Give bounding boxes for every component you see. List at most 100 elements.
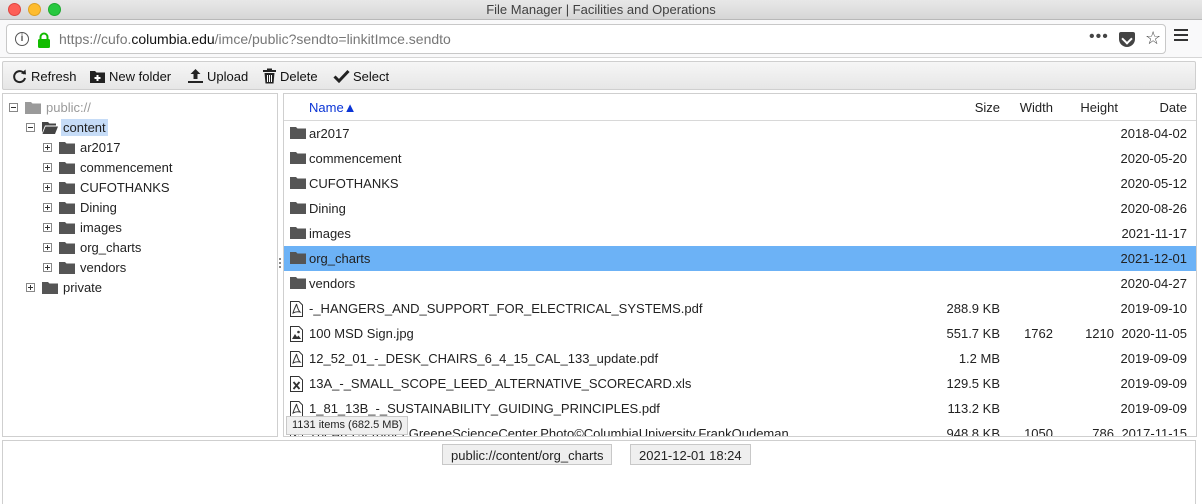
image-file-icon [290, 326, 303, 345]
file-row[interactable]: -_HANGERS_AND_SUPPORT_FOR_ELECTRICAL_SYS… [284, 296, 1196, 321]
address-bar[interactable]: i https://cufo.columbia.edu/imce/public?… [6, 24, 1166, 54]
folder-icon [290, 276, 306, 292]
folder-row[interactable]: org_charts 2021-12-01 [284, 246, 1196, 271]
file-name: 12_52_01_-_DESK_CHAIRS_6_4_15_CAL_133_up… [309, 351, 659, 366]
expand-toggle[interactable] [43, 222, 52, 232]
file-size: 129.5 KB [946, 376, 1001, 391]
tree-item-org-charts[interactable]: org_charts [43, 237, 143, 257]
file-row[interactable]: 100 MSD Sign.jpg 551.7 KB 1762 1210 2020-11-… [284, 321, 1196, 346]
upload-label: Upload [207, 68, 249, 84]
expand-toggle[interactable] [43, 262, 52, 272]
refresh-label: Refresh [31, 68, 77, 84]
tree-label[interactable]: vendors [78, 259, 128, 276]
name-column-header[interactable]: Name▲ [309, 100, 357, 115]
folder-icon [290, 201, 306, 217]
date-column-header[interactable]: Date [1160, 100, 1187, 115]
folder-icon [290, 251, 306, 267]
upload-button[interactable]: Upload [187, 67, 248, 85]
tree-item-images[interactable]: images [43, 217, 124, 237]
folder-row[interactable]: ar2017 2018-04-02 [284, 121, 1196, 146]
new-folder-icon [90, 70, 105, 83]
folder-row[interactable]: CUFOTHANKS 2020-05-12 [284, 171, 1196, 196]
file-date: 2019-09-09 [1120, 351, 1188, 366]
tree-item-private[interactable]: private [26, 277, 104, 297]
url-suffix: /imce/public?sendto=linkitImce.sendto [214, 31, 451, 47]
delete-button[interactable]: Delete [262, 67, 318, 85]
file-row[interactable]: 12_52_01_-_DESK_CHAIRS_6_4_15_CAL_133_up… [284, 346, 1196, 371]
file-name: 13A_-_SMALL_SCOPE_LEED_ALTERNATIVE_SCORE… [309, 376, 692, 391]
page-actions-icon[interactable]: ••• [1089, 28, 1109, 46]
tree-item-cufothanks[interactable]: CUFOTHANKS [43, 177, 172, 197]
folder-row[interactable]: vendors 2020-04-27 [284, 271, 1196, 296]
folder-open-icon [42, 121, 58, 134]
folder-row[interactable]: Dining 2020-08-26 [284, 196, 1196, 221]
window-title: File Manager | Facilities and Operations [486, 2, 716, 17]
file-row[interactable]: 1_81_13B_-_SUSTAINABILITY_GUIDING_PRINCI… [284, 396, 1196, 421]
pane-resize-handle[interactable] [279, 258, 282, 272]
expand-toggle[interactable] [43, 162, 52, 172]
file-date: 2019-09-09 [1120, 376, 1188, 391]
new-folder-button[interactable]: New folder [89, 67, 171, 85]
tree-label[interactable]: commencement [78, 159, 174, 176]
select-button[interactable]: Select [333, 67, 389, 85]
folder-row[interactable]: images 2021-11-17 [284, 221, 1196, 246]
file-name: vendors [309, 276, 356, 291]
tree-label[interactable]: Dining [78, 199, 119, 216]
tree-label[interactable]: private [61, 279, 104, 296]
expand-toggle[interactable] [43, 142, 52, 152]
trash-icon [263, 68, 276, 84]
tree-item-commencement[interactable]: commencement [43, 157, 174, 177]
folder-icon [59, 221, 75, 234]
new-folder-label: New folder [109, 68, 172, 84]
height-column-header[interactable]: Height [1080, 100, 1118, 115]
expand-toggle[interactable] [43, 202, 52, 212]
file-name: ar2017 [309, 126, 350, 141]
expand-toggle[interactable] [43, 182, 52, 192]
file-name: org_charts [309, 251, 371, 266]
tree-item-vendors[interactable]: vendors [43, 257, 128, 277]
collapse-toggle[interactable] [9, 102, 18, 112]
image-width: 1762 [1024, 326, 1053, 341]
expand-toggle[interactable] [26, 282, 35, 292]
tree-label[interactable]: CUFOTHANKS [78, 179, 172, 196]
file-size: 288.9 KB [946, 301, 1001, 316]
file-date: 2020-11-05 [1121, 326, 1187, 341]
hamburger-menu-icon[interactable] [1174, 29, 1188, 41]
spreadsheet-file-icon [290, 376, 303, 395]
lock-icon[interactable] [37, 32, 51, 48]
size-column-header[interactable]: Size [975, 100, 1000, 115]
tree-label[interactable]: images [78, 219, 124, 236]
url-text[interactable]: https://cufo.columbia.edu/imce/public?se… [59, 31, 451, 47]
items-count-badge: 1131 items (682.5 MB) [286, 416, 409, 435]
tree-item-content[interactable]: content [26, 117, 108, 137]
site-info-icon[interactable]: i [15, 32, 29, 46]
expand-toggle[interactable] [43, 242, 52, 252]
tree-label[interactable]: content [61, 118, 108, 136]
folder-icon [290, 126, 306, 142]
image-height: 786 [1092, 426, 1114, 437]
tree-item-ar2017[interactable]: ar2017 [43, 137, 122, 157]
file-row[interactable]: TheArts.JeromeLGreeneScienceCenter.Photo… [284, 421, 1196, 437]
collapse-toggle[interactable] [26, 122, 35, 132]
file-row[interactable]: 13A_-_SMALL_SCOPE_LEED_ALTERNATIVE_SCORE… [284, 371, 1196, 396]
browser-navigation-bar: i https://cufo.columbia.edu/imce/public?… [0, 20, 1202, 58]
file-list: Name▲ Size Width Height Date ar2017 2018-… [283, 93, 1197, 437]
file-name: Dining [309, 201, 346, 216]
status-bar: public://content/org_charts 2021-12-01 1… [2, 440, 1196, 504]
refresh-icon [13, 69, 26, 83]
folder-icon [59, 261, 75, 274]
file-size: 948.8 KB [946, 426, 1001, 437]
tree-label[interactable]: public:// [44, 99, 93, 116]
folder-icon [59, 241, 75, 254]
tree-label[interactable]: org_charts [78, 239, 143, 256]
folder-row[interactable]: commencement 2020-05-20 [284, 146, 1196, 171]
tree-label[interactable]: ar2017 [78, 139, 122, 156]
refresh-button[interactable]: Refresh [11, 67, 77, 85]
bookmark-star-icon[interactable]: ☆ [1145, 28, 1161, 49]
width-column-header[interactable]: Width [1020, 100, 1053, 115]
tree-item-public[interactable]: public:// [9, 97, 93, 117]
pocket-icon[interactable] [1119, 32, 1135, 47]
tree-item-dining[interactable]: Dining [43, 197, 119, 217]
file-list-header: Name▲ Size Width Height Date [284, 94, 1196, 121]
file-date: 2020-05-20 [1120, 151, 1188, 166]
